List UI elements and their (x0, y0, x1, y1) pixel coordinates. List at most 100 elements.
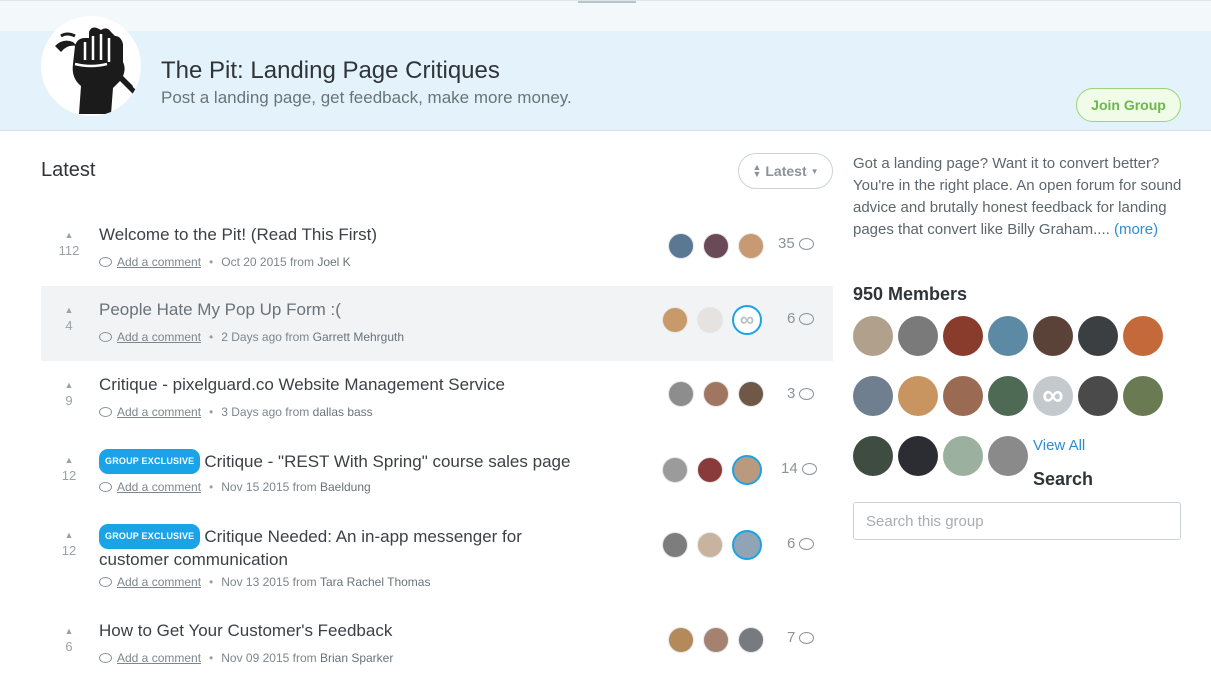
member-avatar[interactable] (988, 316, 1028, 356)
thread-author[interactable]: dallas bass (313, 405, 373, 419)
member-avatar[interactable] (853, 436, 893, 476)
avatar[interactable] (738, 627, 764, 653)
thread-title-text[interactable]: Critique - "REST With Spring" course sal… (204, 452, 570, 471)
thread-row[interactable]: ▲ 112 Welcome to the Pit! (Read This Fir… (41, 211, 833, 286)
member-avatar[interactable] (943, 316, 983, 356)
more-link[interactable]: (more) (1114, 221, 1158, 238)
member-avatar[interactable] (1123, 316, 1163, 356)
avatar[interactable] (697, 457, 723, 483)
member-avatar[interactable] (988, 436, 1028, 476)
add-comment-link[interactable]: Add a comment (117, 480, 201, 494)
search-heading: Search (1033, 469, 1094, 489)
comment-bubble-icon (99, 653, 112, 663)
add-comment-link[interactable]: Add a comment (117, 405, 201, 419)
comment-count[interactable]: 6 (787, 535, 815, 552)
thread-author[interactable]: Brian Sparker (320, 651, 393, 665)
avatar[interactable] (732, 530, 762, 560)
avatar[interactable] (732, 455, 762, 485)
thread-title[interactable]: GROUP EXCLUSIVE Critique Needed: An in-ap… (99, 524, 569, 570)
view-all-members-link[interactable]: View All (1033, 437, 1085, 454)
avatar[interactable] (662, 307, 688, 333)
comment-bubble-icon (798, 237, 814, 250)
upvote-icon[interactable]: ▲ (53, 530, 85, 540)
upvote-icon[interactable]: ▲ (53, 230, 85, 240)
avatar[interactable] (703, 381, 729, 407)
thread-author[interactable]: Baeldung (320, 480, 371, 494)
thread-row[interactable]: ▲ 12 GROUP EXCLUSIVE Critique - "REST Wit… (41, 436, 833, 511)
member-avatar[interactable] (943, 376, 983, 416)
member-avatar[interactable] (853, 376, 893, 416)
group-description: Got a landing page? Want it to convert b… (853, 153, 1188, 241)
member-avatar[interactable] (988, 376, 1028, 416)
thread-meta: Add a comment • 3 Days ago from dallas b… (99, 405, 373, 419)
thread-author[interactable]: Joel K (317, 255, 350, 269)
comment-count[interactable]: 6 (787, 310, 815, 327)
thread-row[interactable]: ▲ 6 How to Get Your Customer's Feedback … (41, 607, 833, 682)
add-comment-link[interactable]: Add a comment (117, 651, 201, 665)
thread-meta: Add a comment • Oct 20 2015 from Joel K (99, 255, 351, 269)
vote-count: 112 (58, 243, 80, 258)
thread-row[interactable]: ▲ 12 GROUP EXCLUSIVE Critique Needed: An … (41, 511, 833, 607)
thread-title[interactable]: How to Get Your Customer's Feedback (99, 620, 392, 641)
member-avatar[interactable] (1123, 376, 1163, 416)
avatar[interactable] (668, 381, 694, 407)
member-avatar[interactable] (898, 316, 938, 356)
avatar[interactable] (668, 233, 694, 259)
member-avatar[interactable] (1078, 376, 1118, 416)
member-avatar[interactable] (1078, 316, 1118, 356)
participant-avatars (662, 305, 762, 335)
member-avatar[interactable] (943, 436, 983, 476)
upvote-icon[interactable]: ▲ (53, 626, 85, 636)
thread-meta: Add a comment • Nov 09 2015 from Brian S… (99, 651, 393, 665)
vote-control[interactable]: ▲ 12 (53, 455, 85, 483)
thread-meta: Add a comment • Nov 15 2015 from Baeldun… (99, 480, 371, 494)
avatar[interactable] (732, 305, 762, 335)
comment-count[interactable]: 14 (781, 460, 817, 477)
thread-date: Nov 13 2015 from (221, 575, 317, 589)
comment-count[interactable]: 35 (778, 235, 814, 252)
avatar[interactable] (703, 627, 729, 653)
search-input[interactable] (853, 502, 1181, 540)
thread-title[interactable]: Welcome to the Pit! (Read This First) (99, 224, 377, 245)
member-avatar[interactable] (898, 376, 938, 416)
vote-control[interactable]: ▲ 6 (53, 626, 85, 654)
vote-control[interactable]: ▲ 12 (53, 530, 85, 558)
add-comment-link[interactable]: Add a comment (117, 330, 201, 344)
upvote-icon[interactable]: ▲ (53, 380, 85, 390)
scroll-indicator (578, 1, 636, 3)
thread-author[interactable]: Garrett Mehrguth (313, 330, 404, 344)
sort-dropdown[interactable]: ▲ ▼ Latest ▼ (738, 153, 833, 189)
member-avatar[interactable] (1033, 376, 1073, 416)
group-exclusive-badge: GROUP EXCLUSIVE (99, 524, 201, 549)
member-avatar[interactable] (853, 316, 893, 356)
group-title: The Pit: Landing Page Critiques (161, 57, 500, 84)
upvote-icon[interactable]: ▲ (53, 455, 85, 465)
thread-title[interactable]: GROUP EXCLUSIVE Critique - "REST With Spr… (99, 449, 570, 474)
upvote-icon[interactable]: ▲ (53, 305, 85, 315)
separator-dot: • (209, 480, 214, 494)
thread-author[interactable]: Tara Rachel Thomas (320, 575, 431, 589)
vote-control[interactable]: ▲ 4 (53, 305, 85, 333)
vote-control[interactable]: ▲ 9 (53, 380, 85, 408)
comment-count[interactable]: 3 (787, 385, 815, 402)
avatar[interactable] (662, 457, 688, 483)
avatar[interactable] (738, 381, 764, 407)
join-group-button[interactable]: Join Group (1076, 88, 1181, 122)
thread-row[interactable]: ▲ 4 People Hate My Pop Up Form :( Add a … (41, 286, 833, 361)
add-comment-link[interactable]: Add a comment (117, 575, 201, 589)
avatar[interactable] (668, 627, 694, 653)
avatar[interactable] (662, 532, 688, 558)
thread-title[interactable]: People Hate My Pop Up Form :( (99, 299, 341, 320)
avatar[interactable] (697, 307, 723, 333)
comment-count-value: 14 (781, 460, 798, 477)
comment-count[interactable]: 7 (787, 629, 815, 646)
thread-title[interactable]: Critique - pixelguard.co Website Managem… (99, 374, 505, 395)
vote-control[interactable]: ▲ 112 (53, 230, 85, 258)
add-comment-link[interactable]: Add a comment (117, 255, 201, 269)
avatar[interactable] (738, 233, 764, 259)
member-avatar[interactable] (898, 436, 938, 476)
avatar[interactable] (703, 233, 729, 259)
avatar[interactable] (697, 532, 723, 558)
member-avatar[interactable] (1033, 316, 1073, 356)
thread-row[interactable]: ▲ 9 Critique - pixelguard.co Website Man… (41, 361, 833, 436)
